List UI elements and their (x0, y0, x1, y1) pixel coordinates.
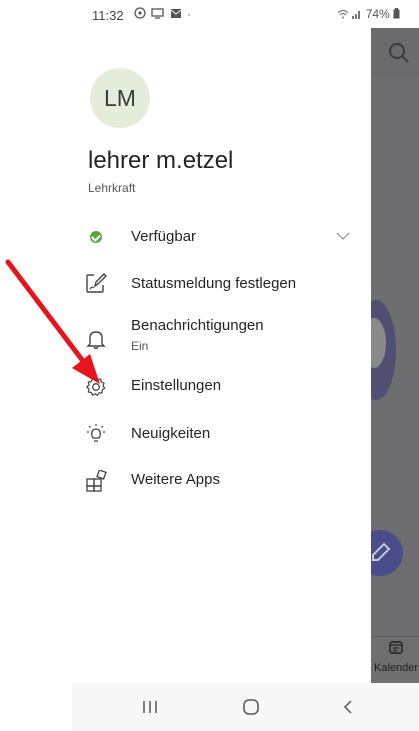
notifications-menu-item[interactable]: Benachrichtigungen Ein (72, 317, 371, 365)
more-apps-menu-item[interactable]: Weitere Apps (72, 465, 371, 501)
signal-icon (352, 11, 361, 19)
back-button[interactable] (340, 695, 356, 719)
whats-new-label: Neuigkeiten (131, 425, 211, 442)
availability-menu-item[interactable]: Verfügbar (72, 227, 371, 263)
status-dot: · (187, 7, 194, 21)
battery-percent: 74% (365, 7, 390, 21)
user-role: Lehrkraft (88, 181, 136, 195)
status-bar: 11:32 · 74% (72, 0, 419, 28)
notifications-state: Ein (131, 339, 149, 353)
user-name: lehrer m.etzel (88, 147, 234, 174)
status-message-menu-item[interactable]: Statusmeldung festlegen (72, 271, 371, 307)
navigation-drawer: LM lehrer m.etzel Lehrkraft Verfügbar St… (72, 28, 371, 683)
email-icon (170, 9, 181, 18)
settings-label: Einstellungen (131, 377, 222, 394)
lightbulb-icon (87, 424, 105, 442)
status-right: 74% (337, 7, 400, 21)
calendar-icon[interactable] (389, 640, 403, 654)
gear-icon (86, 376, 106, 397)
wifi-icon (337, 9, 349, 19)
bell-icon (86, 331, 106, 350)
battery-icon (393, 8, 400, 19)
search-icon[interactable] (388, 42, 410, 64)
home-button[interactable] (239, 695, 263, 719)
notification-icons: · (134, 7, 193, 21)
chevron-down-icon[interactable] (336, 231, 350, 241)
notifications-label: Benachrichtigungen (131, 317, 264, 334)
apps-icon (86, 470, 107, 492)
recent-apps-button[interactable] (140, 695, 160, 719)
system-navigation-bar (72, 683, 419, 731)
settings-menu-item[interactable]: Einstellungen (72, 371, 371, 407)
whats-new-menu-item[interactable]: Neuigkeiten (72, 419, 371, 455)
edit-status-icon (86, 273, 107, 293)
status-time: 11:32 (92, 8, 124, 23)
tab-calendar-label[interactable]: Kalender (374, 662, 418, 674)
more-apps-label: Weitere Apps (131, 471, 220, 488)
avatar[interactable]: LM (90, 68, 150, 128)
status-message-label: Statusmeldung festlegen (131, 275, 297, 292)
whatsapp-icon (134, 7, 146, 19)
cast-icon (151, 8, 164, 19)
availability-label: Verfügbar (131, 228, 197, 245)
available-status-icon (90, 231, 102, 243)
